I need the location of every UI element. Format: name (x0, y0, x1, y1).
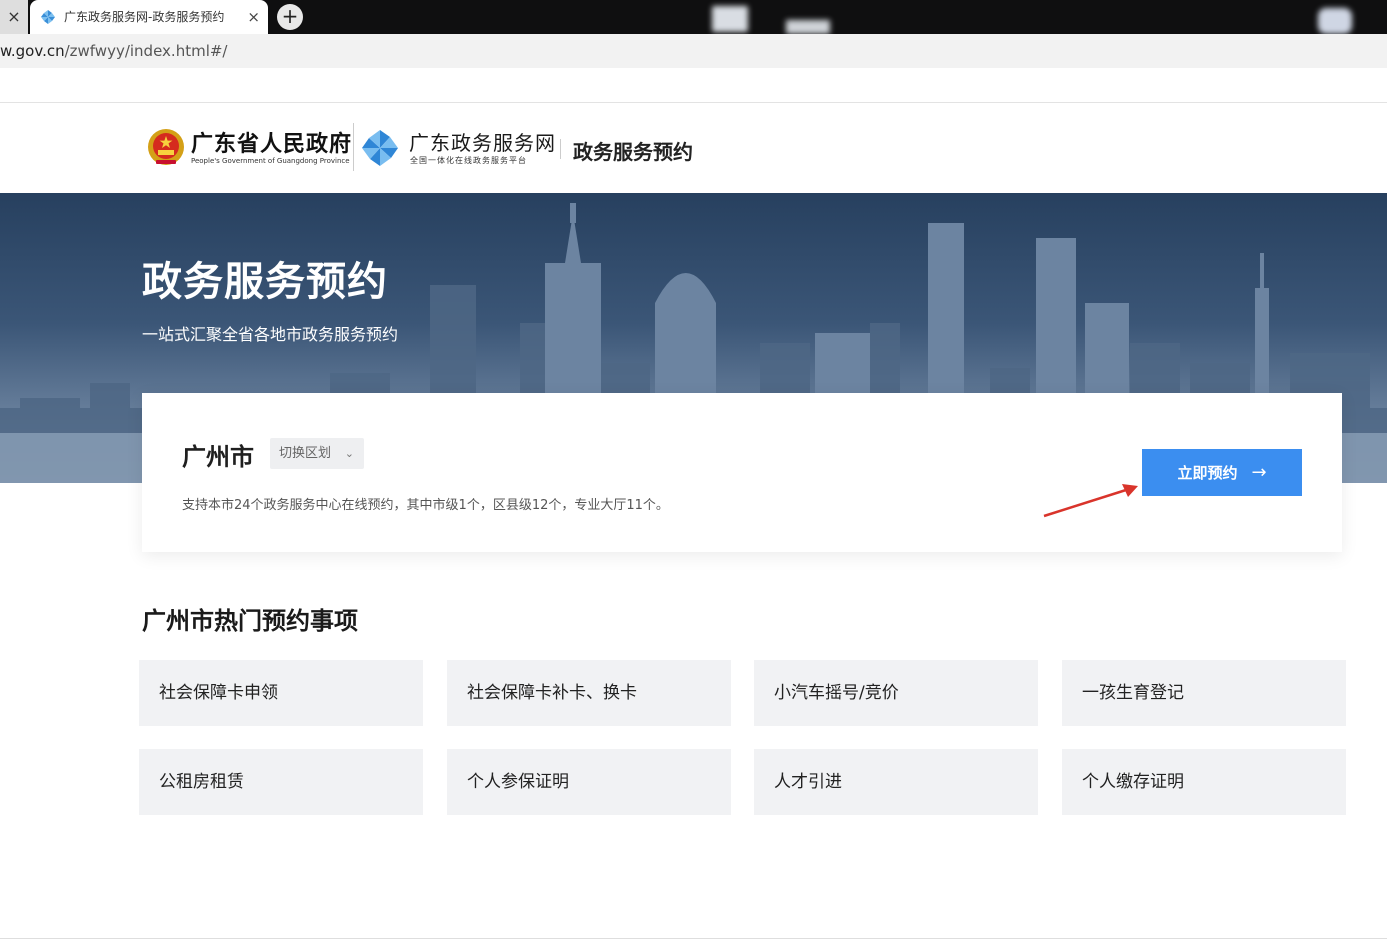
city-card: 广州市 切换区划 ⌄ 支持本市24个政务服务中心在线预约，其中市级1个，区县级1… (142, 393, 1342, 552)
browser-tab-active[interactable]: 广东政务服务网-政务服务预约 × (30, 0, 268, 34)
tab-title: 广东政务服务网-政务服务预约 (64, 0, 224, 34)
blurred-region (786, 20, 830, 34)
close-icon[interactable]: × (247, 0, 260, 34)
close-tab-icon[interactable]: × (0, 0, 28, 34)
site-slogan: 全国一体化在线政务服务平台 (410, 155, 527, 166)
gov-name[interactable]: 广东省人民政府 (191, 126, 352, 158)
gov-english-name: People's Government of Guangdong Provinc… (191, 157, 350, 165)
book-now-label: 立即预约 (1177, 464, 1237, 482)
hot-item[interactable]: 社会保障卡申领 (139, 660, 423, 726)
hot-item[interactable]: 个人缴存证明 (1062, 749, 1346, 815)
pinwheel-logo-icon (360, 128, 400, 168)
hot-item[interactable]: 个人参保证明 (447, 749, 731, 815)
blurred-region (712, 6, 748, 32)
url-path: /zwfwyy/index.html#/ (65, 42, 228, 60)
city-description: 支持本市24个政务服务中心在线预约，其中市级1个，区县级12个，专业大厅11个。 (182, 494, 669, 513)
url-text[interactable]: w.gov.cn/zwfwyy/index.html#/ (0, 34, 227, 68)
arrow-right-icon: → (1251, 462, 1266, 483)
chevron-down-icon: ⌄ (345, 438, 354, 469)
divider (560, 139, 561, 159)
banner-title: 政务服务预约 (142, 249, 388, 307)
national-emblem-icon (147, 127, 185, 167)
switch-region-label: 切换区划 (279, 446, 331, 461)
site-header: 广东省人民政府 People's Government of Guangdong… (0, 102, 1387, 193)
blurred-region (1318, 8, 1352, 34)
address-bar[interactable]: w.gov.cn/zwfwyy/index.html#/ (0, 34, 1387, 68)
divider (353, 123, 354, 171)
hot-section-title: 广州市热门预约事项 (142, 601, 358, 636)
browser-tab-bar: × 广东政务服务网-政务服务预约 × + (0, 0, 1387, 34)
hot-item[interactable]: 人才引进 (754, 749, 1038, 815)
hot-item[interactable]: 小汽车摇号/竞价 (754, 660, 1038, 726)
hot-item[interactable]: 公租房租赁 (139, 749, 423, 815)
pinwheel-icon (40, 9, 56, 25)
divider (0, 938, 1387, 939)
book-now-button[interactable]: 立即预约 → (1142, 449, 1302, 496)
hot-item[interactable]: 一孩生育登记 (1062, 660, 1346, 726)
hot-item[interactable]: 社会保障卡补卡、换卡 (447, 660, 731, 726)
annotation-arrow-icon (1040, 480, 1140, 520)
site-name[interactable]: 广东政务服务网 (409, 127, 556, 156)
new-tab-button[interactable]: + (277, 4, 303, 30)
city-name: 广州市 (182, 437, 254, 472)
url-host: w.gov.cn (0, 42, 65, 60)
banner-subtitle: 一站式汇聚全省各地市政务服务预约 (142, 321, 398, 345)
switch-region-dropdown[interactable]: 切换区划 ⌄ (270, 438, 364, 469)
page-tag: 政务服务预约 (573, 136, 693, 165)
